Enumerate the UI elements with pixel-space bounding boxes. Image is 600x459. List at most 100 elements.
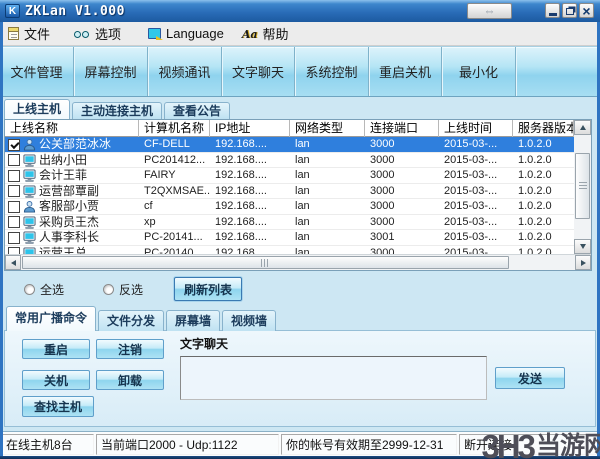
vertical-scroll-thumb[interactable] [575,153,590,219]
scroll-right-button[interactable] [575,255,591,270]
cell-computer: CF-DELL [144,138,190,150]
column-header[interactable]: IP地址 [210,120,290,137]
find-host-button[interactable]: 查找主机 [22,396,94,417]
column-header[interactable]: 计算机名称 [139,120,210,137]
invert-selection-radio[interactable]: 反选 [103,281,143,298]
menu-item-label: 帮助 [262,27,289,42]
menu-item-label: 文件 [24,27,51,42]
toolbar-button-screen-control[interactable]: 屏幕控制 [74,47,148,96]
table-row[interactable]: 公关部范冰冰 CF-DELL 192.168.... lan 3000 2015-03-… [5,137,574,153]
toolbar-button-minimize[interactable]: 最小化 [442,47,516,96]
scroll-down-button[interactable] [574,239,591,254]
refresh-list-button[interactable]: 刷新列表 [174,277,242,301]
cell-port: 3000 [370,153,395,166]
table-header: 上线名称 计算机名称 IP地址 网络类型 连接端口 上线时间 服务器版本 [5,120,574,137]
row-checkbox[interactable] [8,247,20,254]
chat-input[interactable] [180,356,487,400]
restart-button[interactable]: 重启 [22,339,90,359]
column-header[interactable]: 服务器版本 [513,120,574,137]
table-row[interactable]: 会计王菲 FAIRY 192.168.... lan 3000 2015-03-... 1… [5,168,574,184]
tab-active-connect-hosts[interactable]: 主动连接主机 [72,102,163,119]
host-name: 运营部覃副 [39,183,100,198]
double-arrow-icon: ⇔ [483,4,496,18]
tab-file-distribution[interactable]: 文件分发 [98,310,165,331]
grip-icon [578,182,587,190]
toolbar-button-video-comm[interactable]: 视频通讯 [148,47,222,96]
column-header[interactable]: 连接端口 [365,120,439,137]
column-header[interactable]: 上线时间 [439,120,513,137]
toolbar-filler [516,47,600,96]
cell-port: 3001 [370,231,395,243]
resize-arrows-button[interactable]: ⇔ [467,3,512,19]
tab-online-hosts[interactable]: 上线主机 [4,99,71,119]
status-section-1: 当前端口2000 - Udp:1122 [96,433,279,455]
computer-icon [23,216,36,229]
minimize-button[interactable] [545,3,560,18]
cell-time: 2015-03-... [444,215,498,228]
table-row[interactable]: 人事李科长 PC-20141... 192.168.... lan 3001 2015-… [5,230,574,246]
scroll-up-button[interactable] [574,120,591,135]
cell-port: 3000 [370,184,395,197]
row-checkbox[interactable] [8,138,20,151]
menu-item-language[interactable]: Language [148,26,224,41]
menu-item-file[interactable]: 文件 [8,24,50,43]
tab-screen-wall[interactable]: 屏幕墙 [166,310,221,331]
cell-computer: FAIRY [144,169,176,181]
horizontal-scroll-thumb[interactable] [22,256,509,269]
cell-time: 2015-03-... [444,231,498,243]
table-row[interactable]: 出纳小田 PC201412... 192.168.... lan 3000 2015-0… [5,152,574,168]
row-checkbox[interactable] [8,231,20,244]
title-bar[interactable]: K ZKLan V1.000 ⇔ × [0,0,600,22]
tab-broadcast-commands[interactable]: 常用广播命令 [6,306,97,331]
toolbar-button-system-control[interactable]: 系统控制 [295,47,369,96]
restore-button[interactable] [562,3,577,18]
status-section-0: 在线主机8台 [1,433,94,455]
grip-icon [261,258,270,267]
window-controls: × [545,3,594,18]
status-section-2: 你的帐号有效期至2999-12-31 [281,433,457,455]
menu-item-label: Language [166,26,224,41]
column-header[interactable]: 上线名称 [5,120,139,137]
tab-video-wall[interactable]: 视频墙 [222,310,277,331]
cell-network: lan [295,184,310,197]
toolbar-button-reboot-shutdown[interactable]: 重启关机 [369,47,442,96]
row-checkbox[interactable] [8,154,20,167]
table-row[interactable]: 采购员王杰 xp 192.168.... lan 3000 2015-03-... 1.0… [5,214,574,230]
cell-time: 2015-03-... [444,153,498,166]
command-panel: 重启 注销 关机 卸载 查找主机 文字聊天 发送 [4,330,596,427]
host-table: 上线名称 计算机名称 IP地址 网络类型 连接端口 上线时间 服务器版本 公关部范冰冰 CF… [4,119,592,271]
chat-label: 文字聊天 [180,337,229,351]
cell-network: lan [295,138,310,150]
toolbar-button-text-chat[interactable]: 文字聊天 [222,47,295,96]
column-header[interactable]: 网络类型 [290,120,365,137]
cell-time: 2015-03-... [444,246,498,255]
close-button[interactable]: × [579,3,594,18]
select-all-radio[interactable]: 全选 [24,281,64,298]
menu-item-label: 选项 [95,27,122,42]
send-button[interactable]: 发送 [495,367,565,389]
vertical-scrollbar[interactable] [574,120,591,254]
command-tabs: 常用广播命令 文件分发 屏幕墙 视频墙 [6,306,277,331]
toolbar-button-file-manager[interactable]: 文件管理 [0,47,74,96]
table-row[interactable]: 客服部小贾 cf 192.168.... lan 3000 2015-03-... 1.0… [5,199,574,215]
uninstall-button[interactable]: 卸载 [96,370,164,390]
host-name: 公关部范冰冰 [39,137,112,152]
horizontal-scrollbar[interactable] [5,254,591,270]
table-row[interactable]: 运营部覃副 T2QXMSAE... 192.168.... lan 3000 2015-… [5,183,574,199]
scroll-left-button[interactable] [5,255,21,270]
row-checkbox[interactable] [8,169,20,182]
row-checkbox[interactable] [8,185,20,198]
tab-view-announcement[interactable]: 查看公告 [164,102,231,119]
cell-computer: PC201412... [144,153,206,166]
menu-item-options[interactable]: 选项 [74,24,121,43]
cell-computer: PC-20140... [144,246,203,255]
menu-item-help[interactable]: 帮助 [242,24,289,43]
table-row[interactable]: 运营王总 PC-20140... 192.168.... lan 3000 2015-0… [5,245,574,255]
shutdown-button[interactable]: 关机 [22,370,90,390]
cell-computer: PC-20141... [144,231,203,243]
logout-button[interactable]: 注销 [96,339,164,359]
row-checkbox[interactable] [8,200,20,213]
row-checkbox[interactable] [8,216,20,229]
menu-bar: 文件 选项 Language 帮助 [0,22,600,46]
cell-time: 2015-03-... [444,169,498,181]
